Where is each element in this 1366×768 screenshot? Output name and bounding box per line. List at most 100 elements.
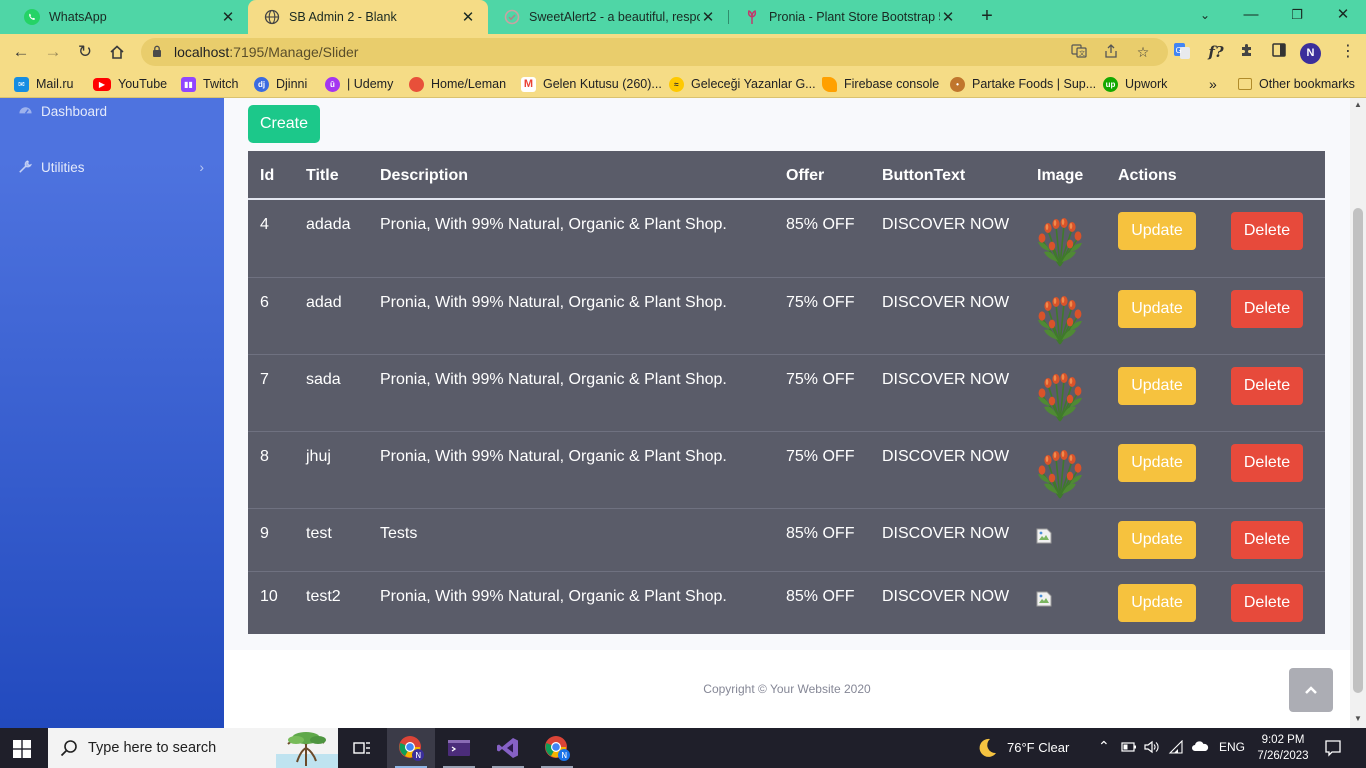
- weather-text[interactable]: 76°F Clear: [1007, 740, 1069, 755]
- bookmark-mailru[interactable]: ✉ Mail.ru: [14, 76, 74, 92]
- cell-title: adada: [306, 216, 351, 233]
- bookmark-udemy[interactable]: û | Udemy: [325, 76, 393, 92]
- more-bookmarks-button[interactable]: »: [1209, 76, 1217, 92]
- taskbar-chrome-second[interactable]: N: [533, 728, 581, 768]
- new-tab-button[interactable]: +: [976, 5, 998, 27]
- minimize-icon[interactable]: —: [1228, 0, 1274, 30]
- delete-button[interactable]: Delete: [1231, 444, 1303, 482]
- taskbar-terminal[interactable]: [435, 728, 483, 768]
- tab-whatsapp[interactable]: WhatsApp ✕: [8, 0, 248, 34]
- bookmark-youtube[interactable]: ▶ YouTube: [93, 76, 167, 92]
- update-button[interactable]: Update: [1118, 212, 1196, 250]
- column-header-description: Description: [380, 167, 469, 184]
- sidebar-item-dashboard[interactable]: Dashboard: [17, 101, 207, 121]
- copyright-text: Copyright © Your Website 2020: [703, 682, 871, 696]
- close-tab-icon[interactable]: ✕: [700, 8, 716, 26]
- update-button[interactable]: Update: [1118, 444, 1196, 482]
- task-view-icon[interactable]: [338, 728, 386, 768]
- notifications-icon[interactable]: [1324, 739, 1342, 762]
- bookmark-firebase[interactable]: Firebase console: [822, 76, 939, 92]
- side-panel-icon[interactable]: [1269, 42, 1289, 62]
- restore-icon[interactable]: ❐: [1274, 0, 1320, 30]
- slider-image-tulips: [1038, 450, 1082, 499]
- reload-icon[interactable]: ↻: [73, 40, 97, 64]
- forward-icon[interactable]: →: [41, 40, 65, 64]
- taskbar-search-box[interactable]: Type here to search: [48, 728, 338, 768]
- url-text: localhost:7195/Manage/Slider: [174, 44, 358, 60]
- translate-icon[interactable]: 文: [1070, 43, 1088, 61]
- weather-moon-icon[interactable]: [975, 736, 999, 765]
- dashboard-icon: [17, 103, 33, 119]
- table-row: 4 adada Pronia, With 99% Natural, Organic …: [248, 200, 1325, 277]
- svg-text:文: 文: [1079, 50, 1085, 58]
- update-button[interactable]: Update: [1118, 290, 1196, 328]
- page-scrollbar[interactable]: ▲ ▼: [1350, 98, 1366, 728]
- language-indicator[interactable]: ENG: [1219, 740, 1245, 754]
- close-tab-icon[interactable]: ✕: [460, 8, 476, 26]
- chevron-up-icon[interactable]: ⌃: [1098, 738, 1110, 755]
- update-button[interactable]: Update: [1118, 584, 1196, 622]
- table-row: 9 test Tests 85% OFF DISCOVER NOW Update Delet…: [248, 508, 1325, 571]
- bookmark-label: Other bookmarks: [1259, 77, 1355, 91]
- delete-button[interactable]: Delete: [1231, 367, 1303, 405]
- taskbar-chrome-active[interactable]: N: [387, 728, 435, 768]
- cell-offer: 85% OFF: [786, 525, 855, 542]
- cell-title: adad: [306, 294, 342, 311]
- close-tab-icon[interactable]: ✕: [940, 8, 956, 26]
- bookmark-djinni[interactable]: dj Djinni: [254, 76, 307, 92]
- taskbar-visual-studio[interactable]: [484, 728, 532, 768]
- tab-pronia[interactable]: Pronia - Plant Store Bootstrap 5 T ✕: [728, 0, 968, 34]
- delete-button[interactable]: Delete: [1231, 521, 1303, 559]
- other-bookmarks-folder[interactable]: Other bookmarks: [1228, 76, 1355, 92]
- scrollbar-thumb[interactable]: [1353, 208, 1363, 693]
- bookmark-gmail[interactable]: M Gelen Kutusu (260)...: [521, 76, 662, 92]
- formula-ext-icon[interactable]: f?: [1206, 42, 1226, 62]
- table-row: 8 jhuj Pronia, With 99% Natural, Organic &…: [248, 431, 1325, 508]
- partake-icon: •: [950, 76, 965, 92]
- update-button[interactable]: Update: [1118, 367, 1196, 405]
- upwork-icon: up: [1103, 76, 1118, 92]
- kebab-menu-icon[interactable]: ⋮: [1338, 42, 1358, 62]
- share-icon[interactable]: [1102, 43, 1120, 61]
- windows-start-icon[interactable]: [13, 740, 31, 758]
- volume-icon[interactable]: [1144, 740, 1160, 757]
- bookmark-star-icon[interactable]: ☆: [1134, 43, 1152, 61]
- back-icon[interactable]: ←: [9, 40, 33, 64]
- windows-taskbar: Type here to search N N 76°F Clear ⌃ ENG…: [0, 728, 1366, 768]
- cell-offer: 75% OFF: [786, 294, 855, 311]
- bookmark-turkcell[interactable]: ≈ Geleceği Yazanlar G...: [669, 76, 816, 92]
- table-body: 4 adada Pronia, With 99% Natural, Organic …: [248, 200, 1325, 634]
- onedrive-cloud-icon[interactable]: [1191, 740, 1209, 755]
- bookmark-twitch[interactable]: ▮▮ Twitch: [181, 76, 238, 92]
- scroll-down-arrow-icon[interactable]: ▼: [1350, 712, 1366, 726]
- profile-avatar[interactable]: N: [1300, 43, 1321, 64]
- google-translate-ext-icon[interactable]: G: [1172, 42, 1192, 62]
- close-tab-icon[interactable]: ✕: [220, 8, 236, 26]
- bookmark-partake[interactable]: • Partake Foods | Sup...: [950, 76, 1096, 92]
- scroll-up-arrow-icon[interactable]: ▲: [1350, 98, 1366, 112]
- battery-icon[interactable]: [1121, 741, 1137, 756]
- tab-search-icon[interactable]: ⌄: [1182, 0, 1228, 30]
- wifi-icon[interactable]: [1168, 739, 1184, 757]
- delete-button[interactable]: Delete: [1231, 290, 1303, 328]
- sidebar-item-utilities[interactable]: Utilities ›: [17, 157, 207, 177]
- close-window-icon[interactable]: ✕: [1320, 0, 1366, 30]
- whatsapp-icon: [24, 9, 40, 25]
- update-button[interactable]: Update: [1118, 521, 1196, 559]
- scroll-to-top-button[interactable]: [1289, 668, 1333, 712]
- bookmark-leman[interactable]: Home/Leman: [409, 76, 506, 92]
- svg-text:N: N: [561, 751, 567, 760]
- url-host: localhost: [174, 44, 230, 60]
- address-bar[interactable]: localhost:7195/Manage/Slider 文 ☆: [141, 38, 1168, 66]
- tab-sweetalert[interactable]: SweetAlert2 - a beautiful, respon ✕: [488, 0, 728, 34]
- extensions-icon[interactable]: [1237, 42, 1257, 62]
- tab-sb-admin[interactable]: SB Admin 2 - Blank ✕: [248, 0, 488, 34]
- cell-title: test2: [306, 588, 341, 605]
- taskbar-clock[interactable]: 9:02 PM 7/26/2023: [1254, 732, 1312, 764]
- delete-button[interactable]: Delete: [1231, 584, 1303, 622]
- delete-button[interactable]: Delete: [1231, 212, 1303, 250]
- home-icon[interactable]: [105, 40, 129, 64]
- create-button[interactable]: Create: [248, 105, 320, 143]
- bookmark-upwork[interactable]: up Upwork: [1103, 76, 1167, 92]
- slider-image-tulips: [1038, 296, 1082, 345]
